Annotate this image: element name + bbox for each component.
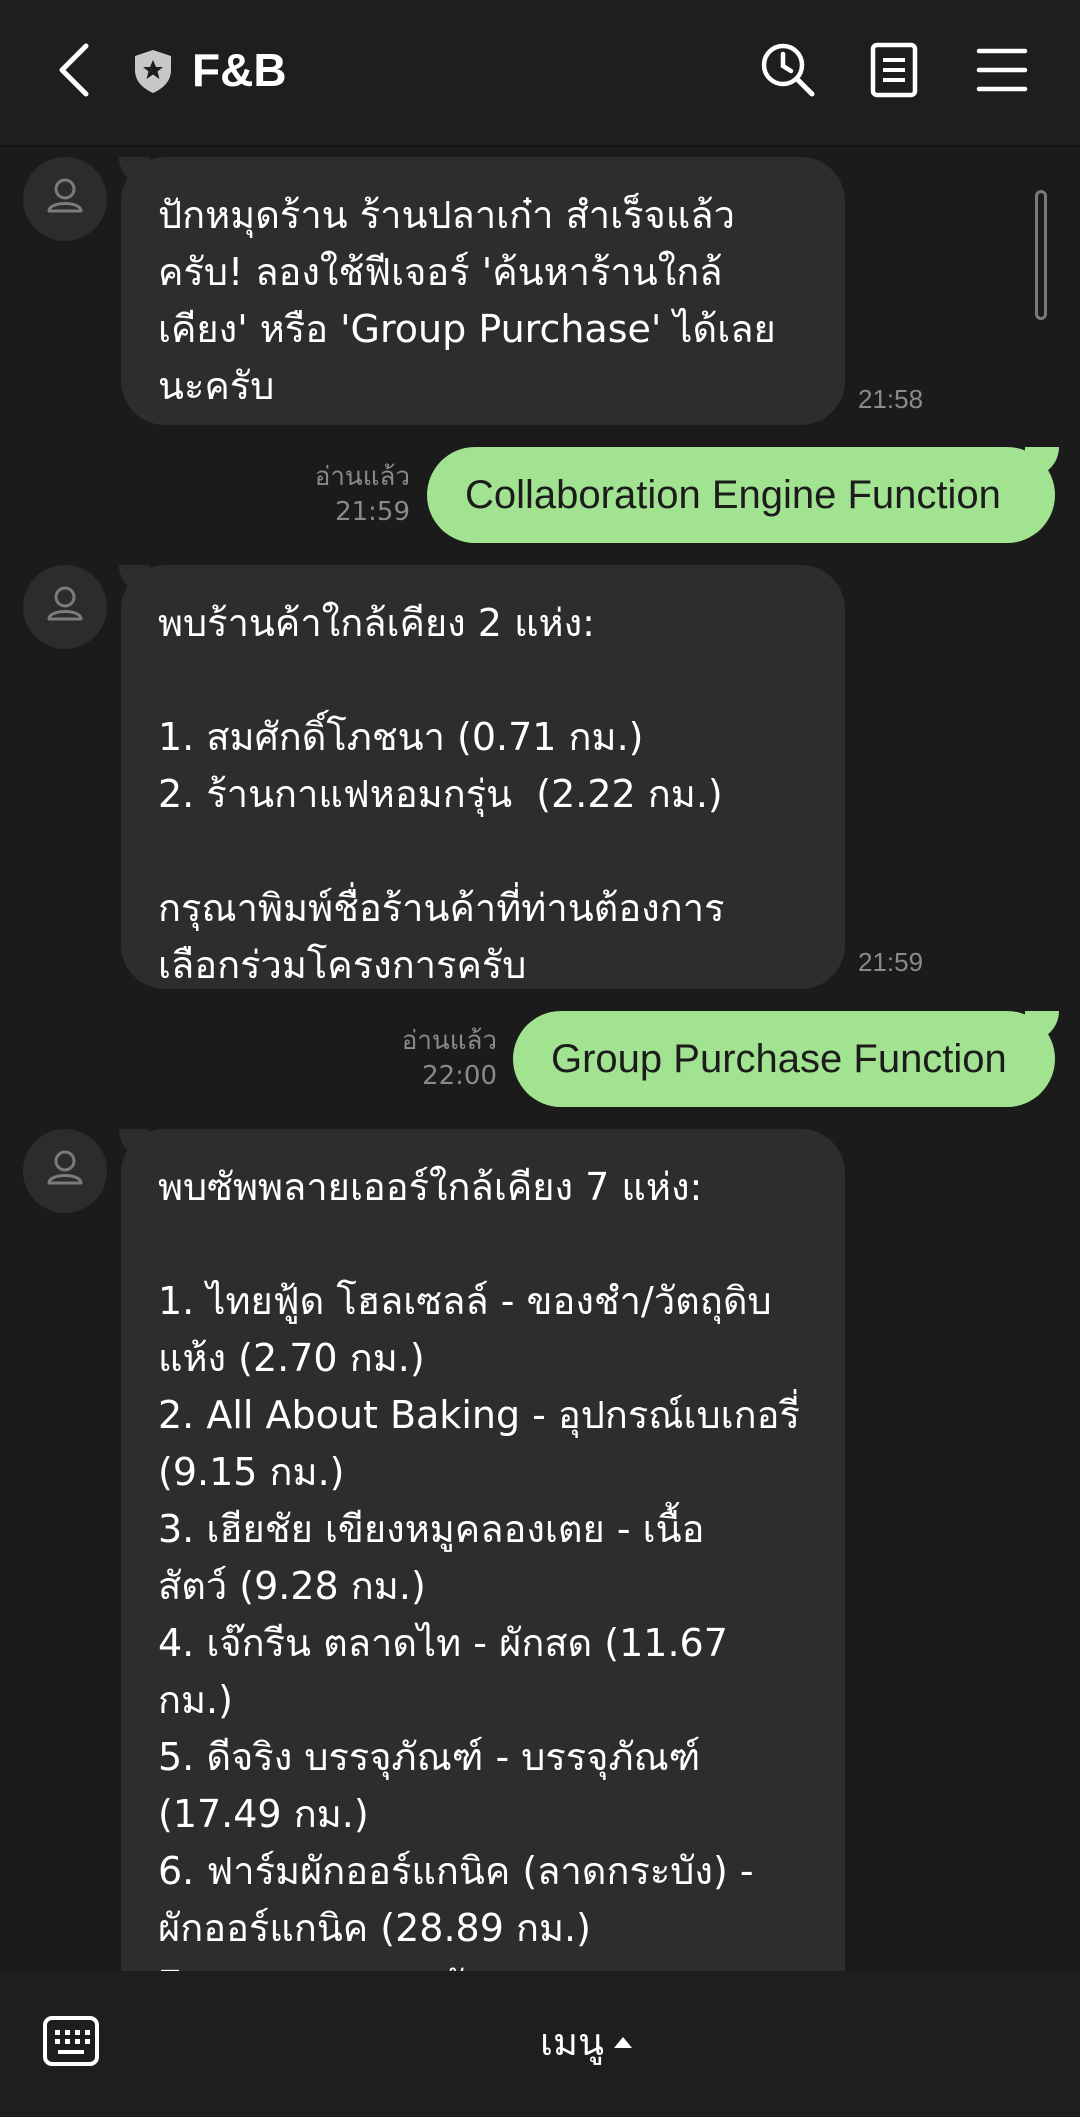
message-time: 21:58 <box>858 384 924 414</box>
person-icon <box>47 586 83 621</box>
clock-search-icon <box>761 43 815 97</box>
caret-up-icon <box>614 2036 633 2048</box>
rich-menu-label: เมนู <box>540 2020 605 2064</box>
chat-title: F&B <box>192 44 287 96</box>
notes-icon <box>870 42 918 98</box>
back-arrow-icon <box>59 43 89 97</box>
rich-menu-toggle[interactable]: เมนู <box>540 2009 633 2075</box>
message-bubble-outgoing: Group Purchase Function <box>513 1011 1059 1107</box>
menu-button[interactable] <box>972 40 1032 100</box>
notes-button[interactable] <box>864 40 924 100</box>
scrollbar[interactable] <box>1035 190 1047 320</box>
avatar[interactable] <box>23 565 107 649</box>
shield-star-icon <box>132 48 174 94</box>
keyboard-icon <box>43 2016 99 2066</box>
avatar[interactable] <box>23 157 107 241</box>
chat-messages[interactable]: ปักหมุดร้าน ร้านปลาเก๋า สำเร็จแล้ว ครับ!… <box>0 147 1080 1971</box>
person-icon <box>47 1150 83 1185</box>
person-icon <box>47 178 83 213</box>
chat-header: F&B <box>0 0 1080 145</box>
read-receipt: อ่านแล้ว 22:00 <box>401 1026 497 1091</box>
keyboard-button[interactable] <box>42 2015 100 2067</box>
message-bubble-incoming: พบซัพพลายเออร์ใกล้เคียง 7 แห่ง: 1. ไทยฟู… <box>119 1129 845 1971</box>
avatar[interactable] <box>23 1129 107 1213</box>
read-receipt: อ่านแล้ว 21:59 <box>314 462 410 527</box>
bottom-bar: เมนู <box>0 1971 1080 2117</box>
hamburger-menu-icon <box>976 48 1028 92</box>
back-button[interactable] <box>52 40 102 100</box>
search-button[interactable] <box>758 40 818 100</box>
message-bubble-incoming: ปักหมุดร้าน ร้านปลาเก๋า สำเร็จแล้ว ครับ!… <box>119 157 845 425</box>
message-bubble-outgoing: Collaboration Engine Function <box>427 447 1059 543</box>
message-bubble-incoming: พบร้านค้าใกล้เคียง 2 แห่ง: 1. สมศักดิ์โภ… <box>119 565 845 989</box>
message-time: 21:59 <box>858 947 924 977</box>
